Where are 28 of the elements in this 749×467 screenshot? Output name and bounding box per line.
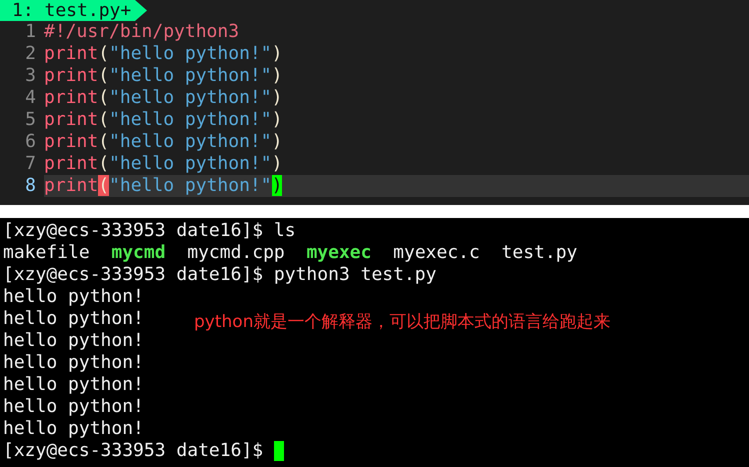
line-number: 2 xyxy=(24,43,37,65)
code-line: print("hello python!") xyxy=(44,65,284,87)
annotation-text: python就是一个解释器，可以把脚本式的语言给跑起来 xyxy=(194,311,610,333)
line-number: 8 xyxy=(24,175,37,197)
terminal-line: hello python! xyxy=(3,418,144,440)
terminal-line: [xzy@ecs-333953 date16]$ ls xyxy=(3,220,296,242)
terminal-line: hello python! xyxy=(3,352,144,374)
line-number: 3 xyxy=(24,65,37,87)
code-line: print("hello python!") xyxy=(44,109,284,131)
line-number: 6 xyxy=(24,131,37,153)
terminal-line: [xzy@ecs-333953 date16]$ python3 test.py xyxy=(3,264,436,286)
terminal-line: hello python! xyxy=(3,330,144,352)
terminal-line: hello python! xyxy=(3,396,144,418)
terminal-line: hello python! xyxy=(3,308,144,330)
code-line: print("hello python!") xyxy=(44,87,284,109)
line-number: 7 xyxy=(24,153,37,175)
code-line: print("hello python!") xyxy=(44,153,284,175)
terminal-line: makefile mycmd mycmd.cpp myexec myexec.c test.py xyxy=(3,242,578,264)
code-line: print("hello python!") xyxy=(44,131,284,153)
terminal-line: hello python! xyxy=(3,374,144,396)
line-number: 5 xyxy=(24,109,37,131)
code-line: #!/usr/bin/python3 xyxy=(44,21,240,43)
line-number: 1 xyxy=(24,21,37,43)
terminal-line: hello python! xyxy=(3,286,144,308)
line-number: 4 xyxy=(24,87,37,109)
terminal-line: [xzy@ecs-333953 date16]$ xyxy=(3,440,264,462)
tab-arrow-icon xyxy=(135,0,148,21)
code-line: print("hello python!") xyxy=(44,43,284,65)
